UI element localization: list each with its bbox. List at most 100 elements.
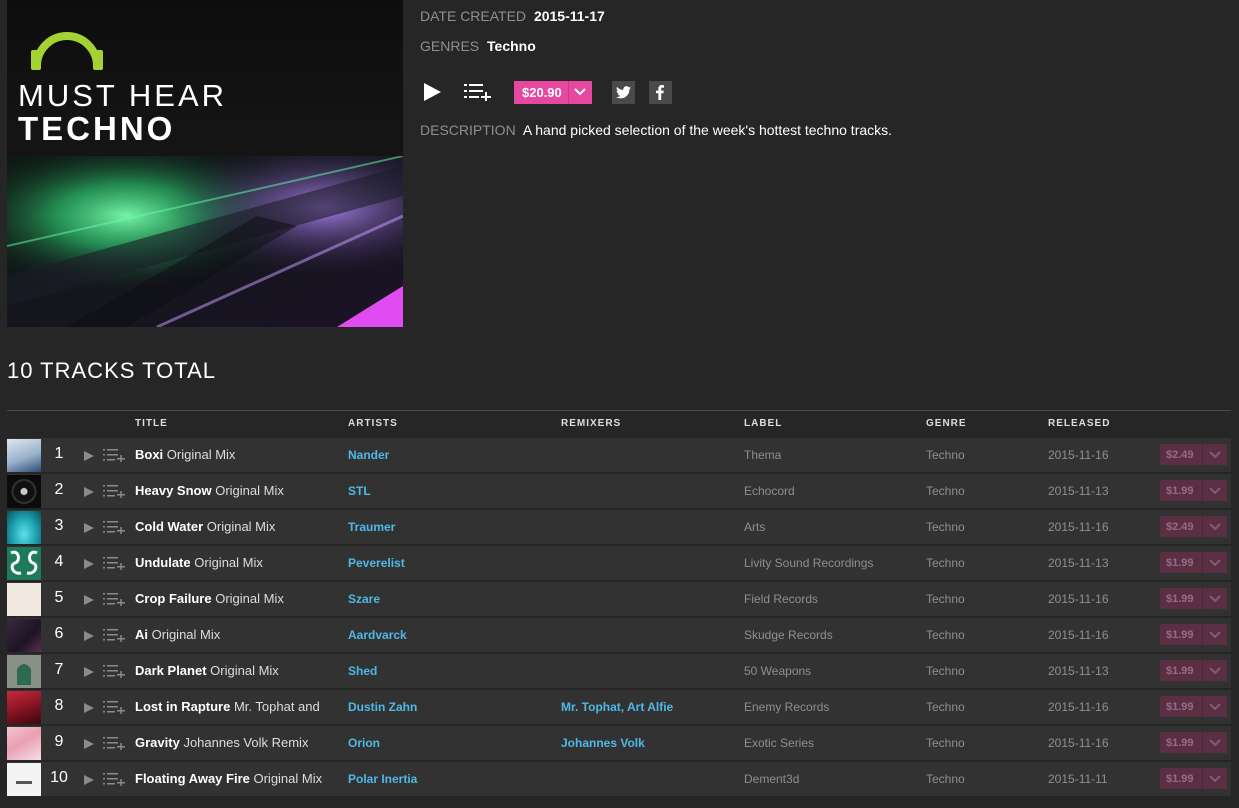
- track-label[interactable]: Thema: [744, 448, 781, 462]
- track-row[interactable]: 10 Floating Away Fire Original Mix Polar…: [7, 762, 1231, 796]
- track-title[interactable]: Lost in Rapture Mr. Tophat and: [135, 699, 320, 714]
- add-to-queue-button[interactable]: [464, 80, 494, 104]
- track-row[interactable]: 2 Heavy Snow Original Mix STL Echocord T…: [7, 474, 1231, 508]
- track-label[interactable]: Livity Sound Recordings: [744, 556, 873, 570]
- play-track-icon[interactable]: [83, 594, 95, 606]
- track-artwork[interactable]: [7, 691, 41, 724]
- queue-track-icon[interactable]: [103, 736, 125, 750]
- track-label[interactable]: 50 Weapons: [744, 664, 811, 678]
- chevron-down-icon[interactable]: [1202, 732, 1227, 753]
- buy-track-button[interactable]: $1.99: [1160, 732, 1227, 753]
- track-genre[interactable]: Techno: [926, 520, 965, 534]
- play-track-icon[interactable]: [83, 450, 95, 462]
- queue-track-icon[interactable]: [103, 700, 125, 714]
- track-row[interactable]: 7 Dark Planet Original Mix Shed 50 Weapo…: [7, 654, 1231, 688]
- buy-track-button[interactable]: $1.99: [1160, 660, 1227, 681]
- track-row[interactable]: 3 Cold Water Original Mix Traumer Arts T…: [7, 510, 1231, 544]
- track-artist[interactable]: Shed: [348, 664, 377, 678]
- play-track-icon[interactable]: [83, 522, 95, 534]
- track-artwork[interactable]: [7, 619, 41, 652]
- buy-track-button[interactable]: $1.99: [1160, 624, 1227, 645]
- chevron-down-icon[interactable]: [567, 80, 592, 104]
- track-artist[interactable]: Peverelist: [348, 556, 405, 570]
- track-artwork[interactable]: [7, 763, 41, 796]
- track-genre[interactable]: Techno: [926, 772, 965, 786]
- track-artist[interactable]: Polar Inertia: [348, 772, 417, 786]
- play-track-icon[interactable]: [83, 702, 95, 714]
- track-artist[interactable]: Szare: [348, 592, 380, 606]
- track-row[interactable]: 6 Ai Original Mix Aardvarck Skudge Recor…: [7, 618, 1231, 652]
- track-artist[interactable]: Dustin Zahn: [348, 700, 417, 714]
- track-row[interactable]: 4 Undulate Original Mix Peverelist Livit…: [7, 546, 1231, 580]
- queue-track-icon[interactable]: [103, 556, 125, 570]
- track-row[interactable]: 1 Boxi Original Mix Nander Thema Techno …: [7, 438, 1231, 472]
- queue-track-icon[interactable]: [103, 448, 125, 462]
- track-label[interactable]: Echocord: [744, 484, 795, 498]
- queue-track-icon[interactable]: [103, 484, 125, 498]
- track-genre[interactable]: Techno: [926, 628, 965, 642]
- track-genre[interactable]: Techno: [926, 700, 965, 714]
- buy-track-button[interactable]: $1.99: [1160, 480, 1227, 501]
- play-track-icon[interactable]: [83, 774, 95, 786]
- queue-track-icon[interactable]: [103, 520, 125, 534]
- queue-track-icon[interactable]: [103, 628, 125, 642]
- track-artist[interactable]: Orion: [348, 736, 380, 750]
- track-row[interactable]: 9 Gravity Johannes Volk Remix Orion Joha…: [7, 726, 1231, 760]
- track-genre[interactable]: Techno: [926, 736, 965, 750]
- track-remixer[interactable]: Johannes Volk: [561, 736, 645, 750]
- play-track-icon[interactable]: [83, 738, 95, 750]
- track-artwork[interactable]: [7, 439, 41, 472]
- play-all-button[interactable]: [420, 80, 444, 104]
- play-track-icon[interactable]: [83, 630, 95, 642]
- chevron-down-icon[interactable]: [1202, 516, 1227, 537]
- play-track-icon[interactable]: [83, 486, 95, 498]
- play-track-icon[interactable]: [83, 558, 95, 570]
- chevron-down-icon[interactable]: [1202, 624, 1227, 645]
- buy-track-button[interactable]: $1.99: [1160, 768, 1227, 789]
- track-title[interactable]: Dark Planet Original Mix: [135, 663, 279, 678]
- track-genre[interactable]: Techno: [926, 664, 965, 678]
- track-genre[interactable]: Techno: [926, 592, 965, 606]
- track-artwork[interactable]: [7, 547, 41, 580]
- queue-track-icon[interactable]: [103, 592, 125, 606]
- track-artwork[interactable]: [7, 583, 41, 616]
- track-row[interactable]: 8 Lost in Rapture Mr. Tophat and Dustin …: [7, 690, 1231, 724]
- chevron-down-icon[interactable]: [1202, 480, 1227, 501]
- genres-value[interactable]: Techno: [487, 38, 536, 54]
- buy-track-button[interactable]: $1.99: [1160, 588, 1227, 609]
- track-title[interactable]: Crop Failure Original Mix: [135, 591, 284, 606]
- track-genre[interactable]: Techno: [926, 556, 965, 570]
- twitter-share-button[interactable]: [611, 80, 635, 104]
- track-artist[interactable]: Nander: [348, 448, 389, 462]
- track-artwork[interactable]: [7, 655, 41, 688]
- track-title[interactable]: Cold Water Original Mix: [135, 519, 275, 534]
- track-row[interactable]: 5 Crop Failure Original Mix Szare Field …: [7, 582, 1231, 616]
- chevron-down-icon[interactable]: [1202, 552, 1227, 573]
- chevron-down-icon[interactable]: [1202, 696, 1227, 717]
- track-genre[interactable]: Techno: [926, 448, 965, 462]
- chevron-down-icon[interactable]: [1202, 768, 1227, 789]
- track-remixer[interactable]: Mr. Tophat, Art Alfie: [561, 700, 673, 714]
- track-title[interactable]: Ai Original Mix: [135, 627, 220, 642]
- buy-playlist-button[interactable]: $20.90: [514, 80, 592, 104]
- chevron-down-icon[interactable]: [1202, 444, 1227, 465]
- track-artwork[interactable]: [7, 475, 41, 508]
- track-artist[interactable]: Aardvarck: [348, 628, 407, 642]
- buy-track-button[interactable]: $2.49: [1160, 516, 1227, 537]
- track-label[interactable]: Field Records: [744, 592, 818, 606]
- track-title[interactable]: Boxi Original Mix: [135, 447, 235, 462]
- track-label[interactable]: Enemy Records: [744, 700, 829, 714]
- track-title[interactable]: Heavy Snow Original Mix: [135, 483, 284, 498]
- track-label[interactable]: Skudge Records: [744, 628, 833, 642]
- queue-track-icon[interactable]: [103, 772, 125, 786]
- track-artist[interactable]: STL: [348, 484, 371, 498]
- play-track-icon[interactable]: [83, 666, 95, 678]
- track-title[interactable]: Floating Away Fire Original Mix: [135, 771, 322, 786]
- track-artist[interactable]: Traumer: [348, 520, 395, 534]
- track-label[interactable]: Arts: [744, 520, 765, 534]
- chevron-down-icon[interactable]: [1202, 588, 1227, 609]
- track-title[interactable]: Undulate Original Mix: [135, 555, 263, 570]
- queue-track-icon[interactable]: [103, 664, 125, 678]
- facebook-share-button[interactable]: [648, 80, 672, 104]
- track-genre[interactable]: Techno: [926, 484, 965, 498]
